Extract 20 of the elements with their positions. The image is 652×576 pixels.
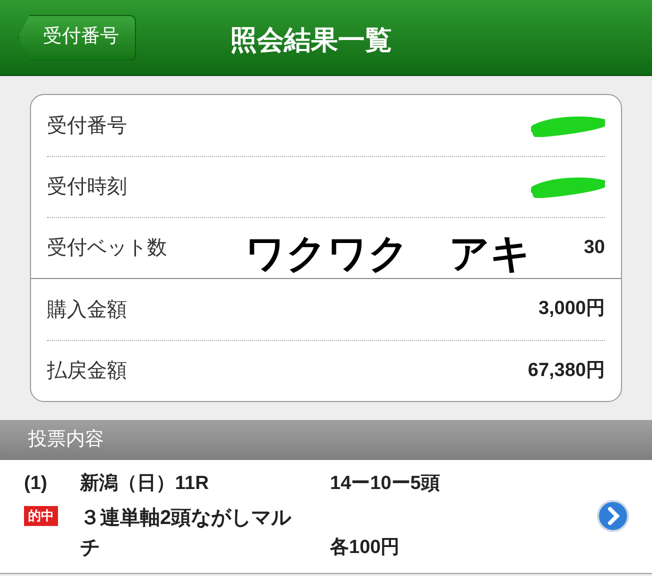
field-value: 67,380円	[528, 358, 605, 383]
bet-index: (1)	[24, 472, 48, 496]
field-label: 払戻金額	[47, 359, 127, 384]
field-label: 購入金額	[47, 298, 127, 322]
back-button[interactable]: 受付番号	[18, 14, 136, 60]
field-value: 30	[584, 236, 605, 260]
horse-count: 14ー10ー5頭	[330, 472, 441, 496]
race-name: 新潟（日）11R	[80, 472, 210, 496]
field-label: 受付番号	[47, 114, 127, 138]
result-badge: 的中	[24, 506, 58, 526]
field-label: 受付ベット数	[47, 236, 167, 261]
bet-type: ３連単軸2頭ながしマルチ	[80, 506, 292, 560]
bet-amount: 各100円	[330, 537, 400, 558]
bet-row[interactable]: (1) 新潟（日）11R 14ー10ー5頭 的中 ３連単軸2頭ながしマルチ 各100円	[0, 460, 652, 574]
field-value: 3,000円	[538, 297, 605, 322]
window-title: 照会結果一覧	[230, 24, 392, 57]
chevron-icon[interactable]	[596, 499, 630, 534]
section-header: 投票内容	[0, 420, 652, 460]
overlay-caption: ワクワク アキ	[245, 231, 531, 278]
field-label: 受付時刻	[47, 175, 127, 200]
